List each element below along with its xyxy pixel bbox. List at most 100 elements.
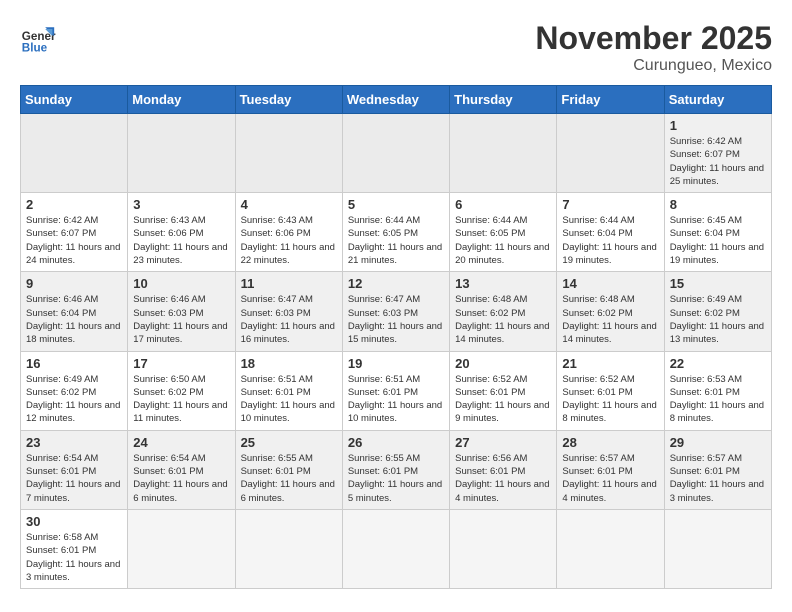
- day-info: Sunrise: 6:42 AMSunset: 6:07 PMDaylight:…: [26, 214, 122, 267]
- day-number: 13: [455, 276, 551, 291]
- day-info: Sunrise: 6:55 AMSunset: 6:01 PMDaylight:…: [241, 452, 337, 505]
- calendar-cell: [342, 114, 449, 193]
- calendar-cell: 14 Sunrise: 6:48 AMSunset: 6:02 PMDayligh…: [557, 272, 664, 351]
- svg-text:Blue: Blue: [22, 42, 48, 55]
- calendar-cell: 18Sunrise: 6:51 AMSunset: 6:01 PMDayligh…: [235, 351, 342, 430]
- day-number: 28: [562, 435, 658, 450]
- calendar-cell: [557, 509, 664, 588]
- calendar-cell: 17Sunrise: 6:50 AMSunset: 6:02 PMDayligh…: [128, 351, 235, 430]
- calendar-cell: 16 Sunrise: 6:49 AMSunset: 6:02 PMDayligh…: [21, 351, 128, 430]
- calendar-week-2: 9 Sunrise: 6:46 AMSunset: 6:04 PMDaylight…: [21, 272, 772, 351]
- calendar-cell: 15 Sunrise: 6:49 AMSunset: 6:02 PMDayligh…: [664, 272, 771, 351]
- calendar-cell: 9 Sunrise: 6:46 AMSunset: 6:04 PMDaylight…: [21, 272, 128, 351]
- calendar-cell: [342, 509, 449, 588]
- calendar-cell: 2 Sunrise: 6:42 AMSunset: 6:07 PMDaylight…: [21, 193, 128, 272]
- day-info: Sunrise: 6:46 AMSunset: 6:04 PMDaylight:…: [26, 293, 122, 346]
- page-header: General Blue November 2025 Curungueo, Me…: [20, 20, 772, 75]
- calendar-cell: [235, 509, 342, 588]
- day-number: 30: [26, 514, 122, 529]
- day-info: Sunrise: 6:52 AMSunset: 6:01 PMDaylight:…: [455, 373, 551, 426]
- day-info: Sunrise: 6:52 AMSunset: 6:01 PMDaylight:…: [562, 373, 658, 426]
- calendar-cell: 23 Sunrise: 6:54 AMSunset: 6:01 PMDayligh…: [21, 430, 128, 509]
- calendar-cell: 24 Sunrise: 6:54 AMSunset: 6:01 PMDayligh…: [128, 430, 235, 509]
- day-info: Sunrise: 6:49 AMSunset: 6:02 PMDaylight:…: [670, 293, 766, 346]
- day-number: 18: [241, 356, 337, 371]
- logo-icon: General Blue: [20, 20, 56, 56]
- day-header-tuesday: Tuesday: [235, 86, 342, 114]
- day-info: Sunrise: 6:58 AMSunset: 6:01 PMDaylight:…: [26, 531, 122, 584]
- calendar-cell: 29Sunrise: 6:57 AMSunset: 6:01 PMDayligh…: [664, 430, 771, 509]
- day-number: 27: [455, 435, 551, 450]
- day-number: 23: [26, 435, 122, 450]
- day-header-wednesday: Wednesday: [342, 86, 449, 114]
- month-title: November 2025: [535, 20, 772, 57]
- calendar-cell: 13 Sunrise: 6:48 AMSunset: 6:02 PMDayligh…: [450, 272, 557, 351]
- calendar-cell: [21, 114, 128, 193]
- day-number: 5: [348, 197, 444, 212]
- calendar-cell: 7 Sunrise: 6:44 AMSunset: 6:04 PMDaylight…: [557, 193, 664, 272]
- day-number: 7: [562, 197, 658, 212]
- day-header-sunday: Sunday: [21, 86, 128, 114]
- day-number: 11: [241, 276, 337, 291]
- calendar-cell: 4Sunrise: 6:43 AMSunset: 6:06 PMDaylight…: [235, 193, 342, 272]
- calendar-cell: 10Sunrise: 6:46 AMSunset: 6:03 PMDayligh…: [128, 272, 235, 351]
- calendar-week-0: 1 Sunrise: 6:42 AMSunset: 6:07 PMDaylight…: [21, 114, 772, 193]
- day-info: Sunrise: 6:47 AMSunset: 6:03 PMDaylight:…: [348, 293, 444, 346]
- calendar-cell: 11 Sunrise: 6:47 AMSunset: 6:03 PMDayligh…: [235, 272, 342, 351]
- day-number: 16: [26, 356, 122, 371]
- day-number: 15: [670, 276, 766, 291]
- day-info: Sunrise: 6:44 AMSunset: 6:04 PMDaylight:…: [562, 214, 658, 267]
- calendar-cell: [664, 509, 771, 588]
- day-info: Sunrise: 6:56 AMSunset: 6:01 PMDaylight:…: [455, 452, 551, 505]
- day-number: 9: [26, 276, 122, 291]
- day-info: Sunrise: 6:54 AMSunset: 6:01 PMDaylight:…: [133, 452, 229, 505]
- day-number: 1: [670, 118, 766, 133]
- day-info: Sunrise: 6:54 AMSunset: 6:01 PMDaylight:…: [26, 452, 122, 505]
- day-info: Sunrise: 6:53 AMSunset: 6:01 PMDaylight:…: [670, 373, 766, 426]
- title-block: November 2025 Curungueo, Mexico: [535, 20, 772, 75]
- day-number: 4: [241, 197, 337, 212]
- calendar-cell: 20 Sunrise: 6:52 AMSunset: 6:01 PMDayligh…: [450, 351, 557, 430]
- logo: General Blue: [20, 20, 56, 56]
- calendar-week-3: 16 Sunrise: 6:49 AMSunset: 6:02 PMDayligh…: [21, 351, 772, 430]
- calendar-cell: 12 Sunrise: 6:47 AMSunset: 6:03 PMDayligh…: [342, 272, 449, 351]
- day-number: 21: [562, 356, 658, 371]
- day-info: Sunrise: 6:49 AMSunset: 6:02 PMDaylight:…: [26, 373, 122, 426]
- day-info: Sunrise: 6:47 AMSunset: 6:03 PMDaylight:…: [241, 293, 337, 346]
- day-number: 8: [670, 197, 766, 212]
- day-number: 20: [455, 356, 551, 371]
- calendar-cell: 1 Sunrise: 6:42 AMSunset: 6:07 PMDaylight…: [664, 114, 771, 193]
- day-header-monday: Monday: [128, 86, 235, 114]
- day-number: 22: [670, 356, 766, 371]
- day-header-friday: Friday: [557, 86, 664, 114]
- day-info: Sunrise: 6:48 AMSunset: 6:02 PMDaylight:…: [562, 293, 658, 346]
- day-number: 2: [26, 197, 122, 212]
- day-info: Sunrise: 6:57 AMSunset: 6:01 PMDaylight:…: [562, 452, 658, 505]
- calendar-cell: [450, 509, 557, 588]
- calendar-header-row: SundayMondayTuesdayWednesdayThursdayFrid…: [21, 86, 772, 114]
- calendar-cell: 30 Sunrise: 6:58 AMSunset: 6:01 PMDayligh…: [21, 509, 128, 588]
- day-info: Sunrise: 6:48 AMSunset: 6:02 PMDaylight:…: [455, 293, 551, 346]
- day-info: Sunrise: 6:46 AMSunset: 6:03 PMDaylight:…: [133, 293, 229, 346]
- calendar-cell: 25Sunrise: 6:55 AMSunset: 6:01 PMDayligh…: [235, 430, 342, 509]
- day-info: Sunrise: 6:42 AMSunset: 6:07 PMDaylight:…: [670, 135, 766, 188]
- calendar-table: SundayMondayTuesdayWednesdayThursdayFrid…: [20, 85, 772, 589]
- day-info: Sunrise: 6:43 AMSunset: 6:06 PMDaylight:…: [133, 214, 229, 267]
- day-header-thursday: Thursday: [450, 86, 557, 114]
- day-info: Sunrise: 6:45 AMSunset: 6:04 PMDaylight:…: [670, 214, 766, 267]
- calendar-cell: 22 Sunrise: 6:53 AMSunset: 6:01 PMDayligh…: [664, 351, 771, 430]
- calendar-cell: 26 Sunrise: 6:55 AMSunset: 6:01 PMDayligh…: [342, 430, 449, 509]
- day-number: 26: [348, 435, 444, 450]
- day-info: Sunrise: 6:51 AMSunset: 6:01 PMDaylight:…: [348, 373, 444, 426]
- calendar-cell: 3Sunrise: 6:43 AMSunset: 6:06 PMDaylight…: [128, 193, 235, 272]
- day-number: 12: [348, 276, 444, 291]
- calendar-cell: 21 Sunrise: 6:52 AMSunset: 6:01 PMDayligh…: [557, 351, 664, 430]
- calendar-cell: [557, 114, 664, 193]
- day-number: 14: [562, 276, 658, 291]
- day-header-saturday: Saturday: [664, 86, 771, 114]
- calendar-cell: 6Sunrise: 6:44 AMSunset: 6:05 PMDaylight…: [450, 193, 557, 272]
- day-number: 29: [670, 435, 766, 450]
- calendar-week-1: 2 Sunrise: 6:42 AMSunset: 6:07 PMDaylight…: [21, 193, 772, 272]
- day-info: Sunrise: 6:55 AMSunset: 6:01 PMDaylight:…: [348, 452, 444, 505]
- day-number: 24: [133, 435, 229, 450]
